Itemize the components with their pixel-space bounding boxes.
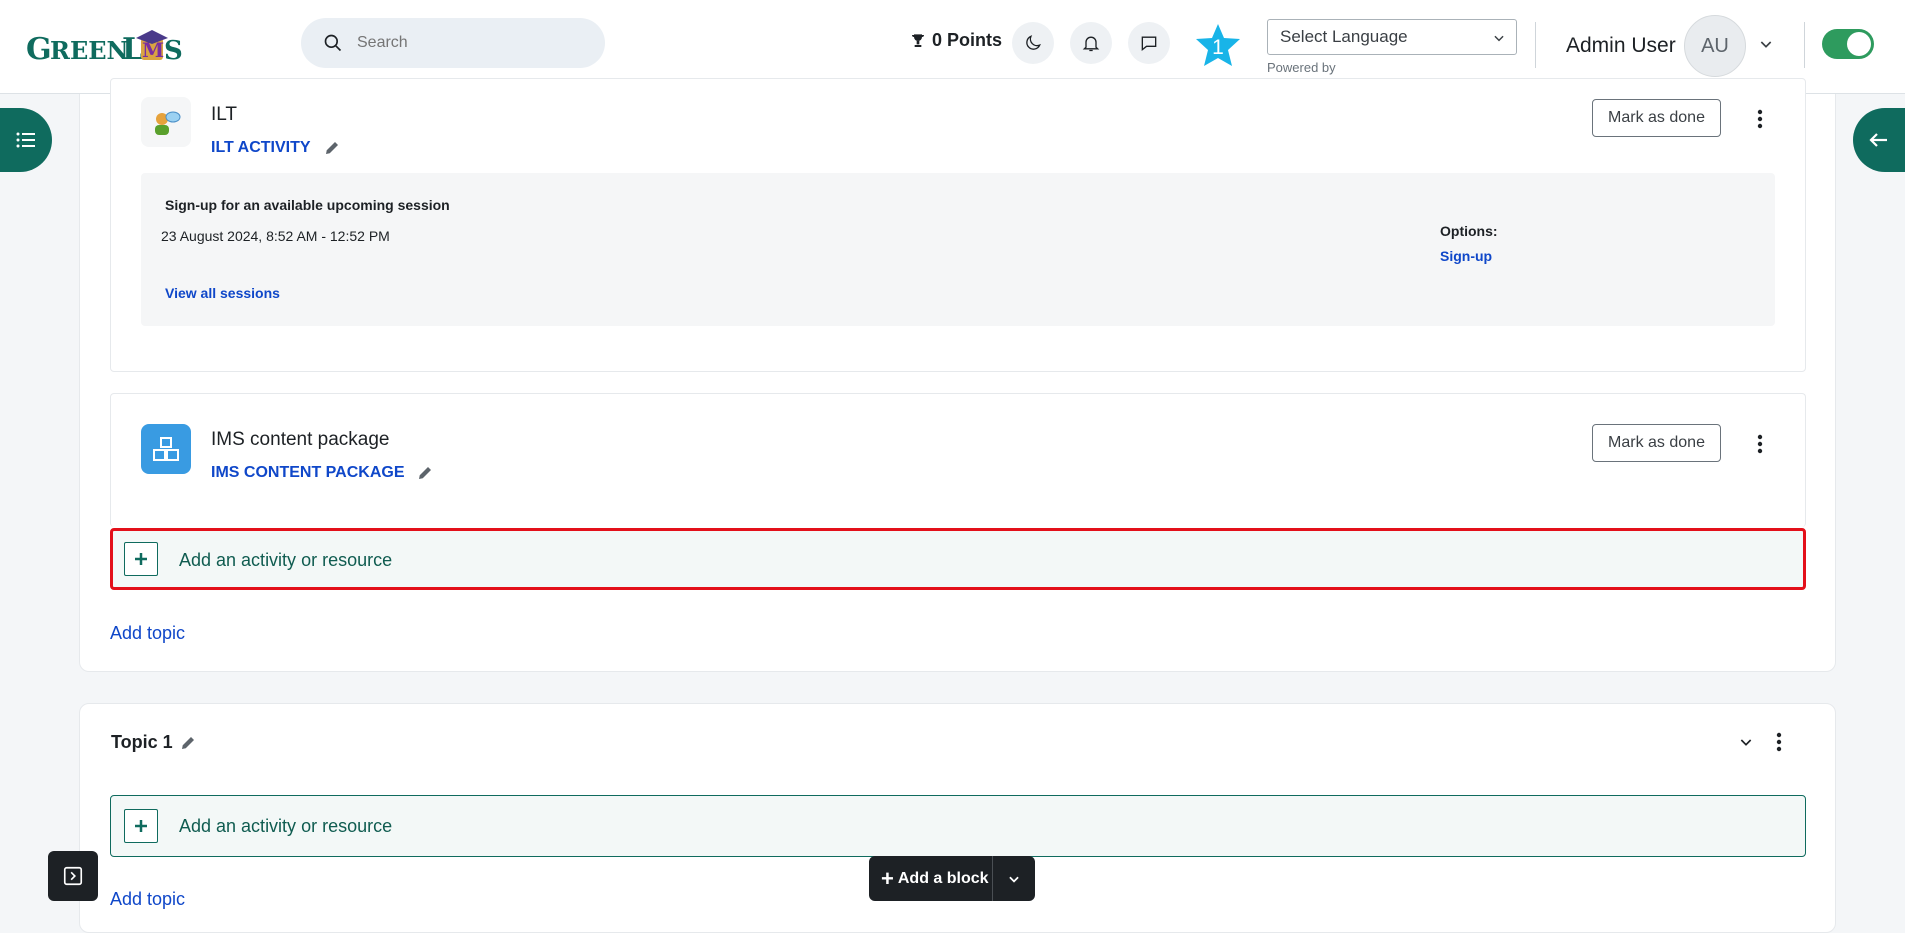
- ilt-icon: [141, 97, 191, 147]
- add-block-label: Add a block: [897, 869, 989, 887]
- points-label: 0 Points: [932, 30, 1003, 50]
- edit-mode-toggle[interactable]: [1822, 29, 1874, 59]
- svg-text:G: G: [26, 32, 52, 66]
- people-icon: [155, 111, 181, 135]
- avatar[interactable]: AU: [1684, 15, 1746, 77]
- moon-icon: [1026, 35, 1041, 50]
- kebab-icon: [1757, 109, 1763, 129]
- points-display[interactable]: 0 Points: [910, 30, 1002, 51]
- add-block-control: + Add a block: [869, 856, 1035, 901]
- activity-link[interactable]: IMS CONTENT PACKAGE: [211, 464, 434, 482]
- course-index-drawer-button[interactable]: [0, 108, 52, 172]
- bell-icon: [1082, 36, 1100, 52]
- package-icon: [153, 437, 179, 461]
- add-topic-link[interactable]: Add topic: [110, 889, 185, 910]
- plus-glyph: [135, 820, 147, 832]
- add-topic-link[interactable]: Add topic: [110, 623, 185, 644]
- level-badge-number: 1: [1212, 36, 1224, 59]
- activity-link[interactable]: ILT ACTIVITY: [211, 139, 341, 157]
- add-block-dropdown[interactable]: [993, 872, 1035, 886]
- svg-text:REEN: REEN: [50, 36, 128, 65]
- messages-button[interactable]: [1128, 22, 1170, 64]
- activity-ilt: ILT ILT ACTIVITY Mark as done Sign-up fo…: [110, 78, 1806, 372]
- powered-by-label: Powered by: [1267, 60, 1336, 75]
- mark-as-done-button[interactable]: Mark as done: [1592, 99, 1721, 137]
- session-date: 23 August 2024, 8:52 AM - 12:52 PM: [161, 228, 390, 244]
- activity-type-label: ILT: [211, 104, 238, 125]
- svg-text:S: S: [164, 36, 183, 66]
- ims-icon: [141, 424, 191, 474]
- user-name[interactable]: Admin User: [1566, 34, 1676, 58]
- trophy-icon: [912, 33, 924, 47]
- site-logo[interactable]: G REEN L M S: [26, 24, 196, 68]
- session-signup-link[interactable]: Sign-up: [1440, 248, 1492, 264]
- plus-icon: [124, 542, 158, 576]
- mark-as-done-button[interactable]: Mark as done: [1592, 424, 1721, 462]
- chat-icon: [1141, 36, 1157, 52]
- user-menu-chevron-icon[interactable]: [1758, 36, 1774, 52]
- topic-title-text: Topic 1: [111, 732, 173, 752]
- expand-panel-icon: [63, 866, 83, 886]
- block-drawer-button[interactable]: [1853, 108, 1905, 172]
- activity-link-label: ILT ACTIVITY: [211, 139, 311, 156]
- language-select-value: Select Language: [1280, 27, 1408, 46]
- header-divider: [1804, 22, 1805, 68]
- activity-ims: IMS content package IMS CONTENT PACKAGE …: [110, 393, 1806, 527]
- session-info-box: Sign-up for an available upcoming sessio…: [141, 173, 1775, 326]
- search-icon: [324, 34, 342, 52]
- green-lms-logo: G REEN L M S: [26, 30, 183, 66]
- chevron-down-icon: [1494, 35, 1504, 42]
- activity-actions-menu[interactable]: [1751, 107, 1769, 131]
- kebab-icon[interactable]: [1776, 732, 1782, 752]
- search-input[interactable]: [357, 34, 577, 52]
- notifications-button[interactable]: [1070, 22, 1112, 64]
- add-block-button[interactable]: + Add a block: [869, 856, 993, 901]
- activity-type-label: IMS content package: [211, 429, 390, 450]
- session-title: Sign-up for an available upcoming sessio…: [165, 197, 450, 213]
- kebab-icon: [1757, 434, 1763, 454]
- collapse-chevron-icon[interactable]: [1738, 734, 1754, 750]
- activity-actions-menu[interactable]: [1751, 432, 1769, 456]
- pencil-icon[interactable]: [179, 734, 197, 752]
- view-all-sessions-link[interactable]: View all sessions: [165, 285, 280, 301]
- language-select[interactable]: Select Language: [1267, 19, 1517, 55]
- activity-link-label: IMS CONTENT PACKAGE: [211, 464, 405, 481]
- pencil-icon[interactable]: [416, 464, 434, 482]
- add-activity-button[interactable]: Add an activity or resource: [110, 528, 1806, 590]
- arrow-left-icon: [1869, 133, 1887, 147]
- session-options-label: Options:: [1440, 223, 1498, 239]
- add-activity-button[interactable]: Add an activity or resource: [110, 795, 1806, 857]
- list-icon: [16, 132, 35, 148]
- plus-icon: +: [881, 865, 894, 891]
- topic-title: Topic 1: [111, 732, 197, 753]
- plus-glyph: [135, 553, 147, 565]
- search-box[interactable]: [301, 18, 605, 68]
- toggle-knob: [1847, 32, 1871, 56]
- add-activity-label: Add an activity or resource: [179, 550, 393, 570]
- chevron-down-icon: [1009, 876, 1019, 883]
- level-badge[interactable]: 1: [1194, 22, 1242, 68]
- dark-mode-button[interactable]: [1012, 22, 1054, 64]
- footer-toggle-button[interactable]: [48, 851, 98, 901]
- pencil-icon[interactable]: [323, 139, 341, 157]
- header-divider: [1535, 22, 1536, 68]
- add-activity-label: Add an activity or resource: [179, 816, 393, 836]
- plus-icon: [124, 809, 158, 843]
